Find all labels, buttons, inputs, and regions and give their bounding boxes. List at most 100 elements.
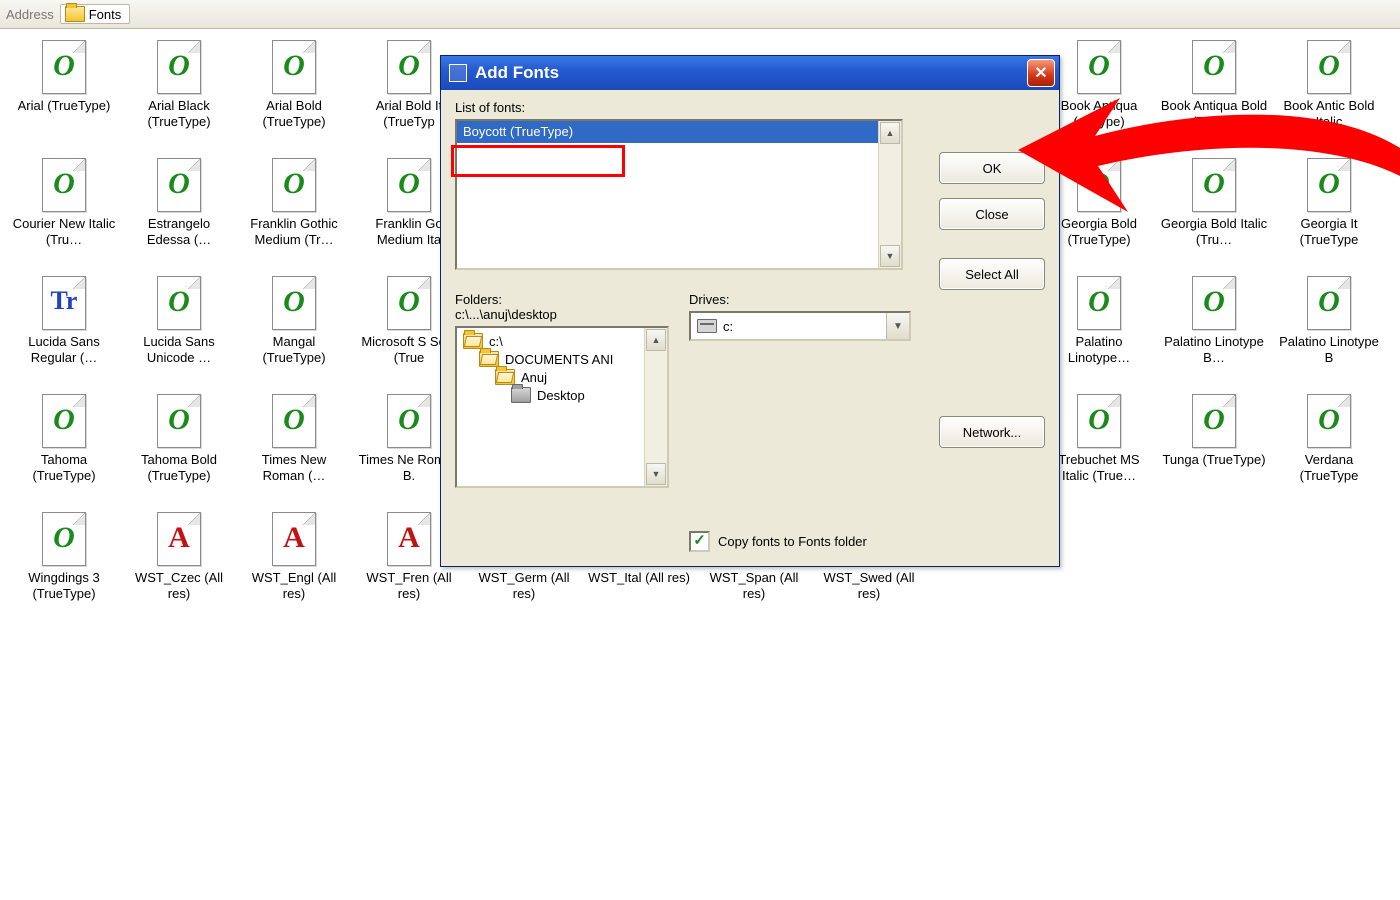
font-file-label: Book Antic Bold Italic (1273, 98, 1385, 131)
font-glyph: O (1308, 167, 1350, 201)
font-file[interactable]: OGeorgia Bold Italic (Tru… (1158, 158, 1270, 249)
font-file[interactable]: O Arial (TrueType) (8, 40, 120, 114)
font-glyph: O (158, 285, 200, 319)
font-file-label: Arial Bold (TrueType) (238, 98, 350, 131)
font-file-label: WST_Ital (All res) (583, 570, 695, 586)
font-file-icon: A (387, 512, 431, 566)
font-file-label: WST_Czec (All res) (123, 570, 235, 603)
font-file[interactable]: OTahoma (TrueType) (8, 394, 120, 485)
font-glyph: O (1193, 285, 1235, 319)
font-glyph: Tr (43, 286, 85, 316)
scroll-up-button[interactable]: ▲ (646, 329, 666, 351)
drives-combobox[interactable]: c: ▼ (689, 311, 911, 341)
fonts-listbox[interactable]: Boycott (TrueType) ▲ ▼ (455, 119, 903, 270)
font-file-label: Estrangelo Edessa (… (123, 216, 235, 249)
drive-icon (697, 319, 717, 333)
font-file[interactable]: OFranklin Gothic Medium (Tr… (238, 158, 350, 249)
dialog-titlebar[interactable]: Add Fonts ✕ (441, 56, 1059, 90)
font-glyph: O (1308, 403, 1350, 437)
folder-tree-item[interactable]: DOCUMENTS ANI (459, 350, 642, 368)
folder-tree-label: Desktop (537, 388, 585, 403)
font-file[interactable]: O Palatino Linotype B (1273, 276, 1385, 367)
dialog-close-button[interactable]: ✕ (1027, 59, 1055, 87)
folder-open-icon (495, 369, 515, 385)
font-file-label: Mangal (TrueType) (238, 334, 350, 367)
font-file-icon: O (1192, 394, 1236, 448)
font-file-label: Lucida Sans Unicode … (123, 334, 235, 367)
folders-label: Folders: (455, 292, 669, 307)
font-file-icon: O (42, 512, 86, 566)
font-glyph: O (388, 285, 430, 319)
folder-open-icon (479, 351, 499, 367)
font-file-icon: O (1307, 394, 1351, 448)
folders-tree-content: c:\DOCUMENTS ANIAnujDesktop (457, 328, 644, 486)
address-path[interactable]: Fonts (60, 4, 131, 24)
folder-tree-label: Anuj (521, 370, 547, 385)
font-glyph: O (158, 49, 200, 83)
dialog-body: List of fonts: Boycott (TrueType) ▲ ▼ Fo… (441, 90, 1059, 566)
font-file-icon: O (1077, 276, 1121, 330)
font-file[interactable]: OTahoma Bold (TrueType) (123, 394, 235, 485)
scroll-down-button[interactable]: ▼ (880, 245, 900, 267)
font-file[interactable]: O Lucida Sans Unicode … (123, 276, 235, 367)
select-all-button[interactable]: Select All (939, 258, 1045, 290)
font-file-label: WST_Fren (All res) (353, 570, 465, 603)
folder-tree-item[interactable]: Desktop (459, 386, 642, 404)
font-file[interactable]: OCourier New Italic (Tru… (8, 158, 120, 249)
button-label: Close (975, 207, 1008, 222)
chevron-down-icon[interactable]: ▼ (886, 313, 909, 339)
font-glyph: O (273, 403, 315, 437)
folder-tree-item[interactable]: Anuj (459, 368, 642, 386)
font-glyph: O (1078, 49, 1120, 83)
font-glyph: O (388, 403, 430, 437)
fonts-list-item[interactable]: Boycott (TrueType) (457, 121, 878, 143)
font-glyph: O (43, 167, 85, 201)
folders-treebox[interactable]: c:\DOCUMENTS ANIAnujDesktop ▲ ▼ (455, 326, 669, 488)
font-file-icon: O (42, 40, 86, 94)
scroll-down-button[interactable]: ▼ (646, 463, 666, 485)
font-file[interactable]: AWST_Engl (All res) (238, 512, 350, 603)
font-file-label: Arial (TrueType) (8, 98, 120, 114)
font-glyph: O (1308, 285, 1350, 319)
font-glyph: O (43, 521, 85, 555)
folder-tree-label: DOCUMENTS ANI (505, 352, 613, 367)
font-file[interactable]: OArial Black (TrueType) (123, 40, 235, 131)
font-file[interactable]: OTunga (TrueType) (1158, 394, 1270, 468)
checkbox-label: Copy fonts to Fonts folder (718, 534, 867, 549)
close-icon: ✕ (1034, 63, 1047, 83)
copy-fonts-checkbox[interactable]: Copy fonts to Fonts folder (689, 531, 867, 552)
scroll-up-button[interactable]: ▲ (880, 122, 900, 144)
font-glyph: O (158, 403, 200, 437)
close-button[interactable]: Close (939, 198, 1045, 230)
font-file-icon: O (387, 158, 431, 212)
font-file[interactable]: OBook Antic Bold Italic (1273, 40, 1385, 131)
font-file-label: Franklin Gothic Medium (Tr… (238, 216, 350, 249)
font-file[interactable]: OBook Antiqua Bold (True… (1158, 40, 1270, 131)
font-glyph: O (1078, 403, 1120, 437)
font-file[interactable]: OWingdings 3 (TrueType) (8, 512, 120, 603)
font-file[interactable]: TrLucida Sans Regular (… (8, 276, 120, 367)
font-file[interactable]: OMangal (TrueType) (238, 276, 350, 367)
folder-icon (65, 6, 85, 22)
fonts-list-scrollbar[interactable]: ▲ ▼ (878, 121, 901, 268)
add-fonts-dialog: Add Fonts ✕ List of fonts: Boycott (True… (440, 55, 1060, 567)
font-file[interactable]: OGeorgia It (TrueType (1273, 158, 1385, 249)
network-button[interactable]: Network... (939, 416, 1045, 448)
font-file[interactable]: OVerdana (TrueType (1273, 394, 1385, 485)
font-file[interactable]: OEstrangelo Edessa (… (123, 158, 235, 249)
font-file[interactable]: O Arial Bold (TrueType) (238, 40, 350, 131)
font-file[interactable]: OPalatino Linotype B… (1158, 276, 1270, 367)
font-file-icon: O (387, 40, 431, 94)
font-file[interactable]: OTimes New Roman (… (238, 394, 350, 485)
font-file-label: Palatino Linotype B (1273, 334, 1385, 367)
font-glyph: O (273, 49, 315, 83)
font-file[interactable]: AWST_Czec (All res) (123, 512, 235, 603)
ok-button[interactable]: OK (939, 152, 1045, 184)
list-of-fonts-label: List of fonts: (455, 100, 1045, 115)
font-file-icon: O (387, 394, 431, 448)
folders-scrollbar[interactable]: ▲ ▼ (644, 328, 667, 486)
folder-closed-icon (511, 387, 531, 403)
font-glyph: O (388, 49, 430, 83)
font-glyph: O (388, 167, 430, 201)
button-label: Network... (963, 425, 1022, 440)
